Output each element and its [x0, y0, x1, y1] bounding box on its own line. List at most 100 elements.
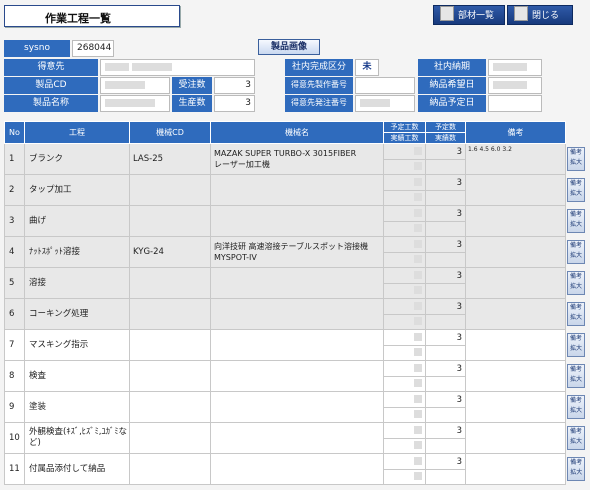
- row-qty: 3: [425, 174, 466, 206]
- row-process: 検査: [24, 360, 130, 392]
- row-actual-hours: [384, 470, 425, 484]
- row-machine-name: [210, 360, 384, 392]
- customer-label: 得意先: [4, 59, 98, 76]
- row-planned-hours: [384, 269, 425, 284]
- row-remark-btn-cell: 備考 拡大: [565, 453, 587, 485]
- customer-mfg-no-field: [355, 77, 415, 94]
- row-planned-qty: 3: [426, 424, 465, 439]
- close-label: 閉じる: [532, 11, 560, 21]
- col-no: No: [4, 121, 25, 144]
- row-actual-hours: [384, 284, 425, 298]
- row-machine-name: [210, 391, 384, 423]
- col-actual-hours: 実績工数: [390, 134, 419, 142]
- delivery-plan-field: [488, 95, 542, 112]
- row-hours: [383, 236, 426, 268]
- row-qty: 3: [425, 329, 466, 361]
- remark-expand-button[interactable]: 備考 拡大: [567, 209, 585, 233]
- row-actual-qty: [426, 315, 465, 329]
- row-remarks: [465, 391, 566, 423]
- table-row: 6 コーキング処理 3 備考 拡大: [4, 298, 587, 330]
- row-qty: 3: [425, 143, 466, 175]
- row-planned-hours: [384, 145, 425, 160]
- remark-expand-button[interactable]: 備考 拡大: [567, 302, 585, 326]
- row-machine-cd: [129, 422, 211, 454]
- row-machine-cd: [129, 174, 211, 206]
- row-no: 5: [4, 267, 25, 299]
- customer-order-no-field: [355, 95, 415, 112]
- row-actual-hours: [384, 222, 425, 236]
- row-remark-btn-cell: 備考 拡大: [565, 422, 587, 454]
- row-hours: [383, 174, 426, 206]
- row-qty: 3: [425, 205, 466, 237]
- col-actual-qty: 実績数: [435, 134, 456, 142]
- row-actual-qty: [426, 222, 465, 236]
- row-process: コーキング処理: [24, 298, 130, 330]
- row-actual-hours: [384, 191, 425, 205]
- sysno-label: sysno: [4, 40, 70, 57]
- row-machine-name: [210, 329, 384, 361]
- remark-expand-button[interactable]: 備考 拡大: [567, 178, 585, 202]
- product-name-label: 製品名称: [4, 95, 98, 112]
- page-title: 作業工程一覧: [4, 5, 180, 27]
- remark-expand-button[interactable]: 備考 拡大: [567, 426, 585, 450]
- row-actual-hours: [384, 408, 425, 422]
- remark-expand-button[interactable]: 備考 拡大: [567, 240, 585, 264]
- row-planned-qty: 3: [426, 455, 465, 470]
- row-planned-qty: 3: [426, 300, 465, 315]
- row-remark-btn-cell: 備考 拡大: [565, 391, 587, 423]
- row-remark-btn-cell: 備考 拡大: [565, 267, 587, 299]
- row-actual-qty: [426, 284, 465, 298]
- row-remark-btn-cell: 備考 拡大: [565, 205, 587, 237]
- row-remarks: [465, 360, 566, 392]
- row-hours: [383, 391, 426, 423]
- delivery-wish-field: [488, 77, 542, 94]
- col-remarks: 備考: [465, 121, 566, 144]
- document-icon: [440, 6, 454, 21]
- row-planned-qty: 3: [426, 238, 465, 253]
- row-no: 11: [4, 453, 25, 485]
- remark-expand-button[interactable]: 備考 拡大: [567, 364, 585, 388]
- remark-expand-button[interactable]: 備考 拡大: [567, 333, 585, 357]
- row-process: マスキング指示: [24, 329, 130, 361]
- table-row: 8 検査 3 備考 拡大: [4, 360, 587, 392]
- table-row: 5 溶接 3 備考 拡大: [4, 267, 587, 299]
- row-planned-hours: [384, 331, 425, 346]
- close-button[interactable]: 閉じる: [507, 5, 573, 25]
- door-icon: [514, 6, 528, 21]
- row-machine-name: [210, 174, 384, 206]
- remark-expand-button[interactable]: 備考 拡大: [567, 271, 585, 295]
- row-machine-cd: [129, 329, 211, 361]
- process-table: No 工程 機械CD 機械名 予定工数 実績工数 予定数 実績数 備考 1 ブラン…: [4, 121, 587, 485]
- row-planned-hours: [384, 455, 425, 470]
- row-machine-cd: [129, 453, 211, 485]
- remark-expand-button[interactable]: 備考 拡大: [567, 147, 585, 171]
- col-remark-btn: [565, 121, 587, 144]
- row-no: 2: [4, 174, 25, 206]
- row-machine-cd: [129, 391, 211, 423]
- prod-qty-value: 3: [214, 95, 255, 112]
- row-actual-qty: [426, 160, 465, 174]
- parts-list-button[interactable]: 部材一覧: [433, 5, 505, 25]
- row-remarks: [465, 267, 566, 299]
- remark-expand-button[interactable]: 備考 拡大: [567, 395, 585, 419]
- row-actual-hours: [384, 439, 425, 453]
- row-remark-btn-cell: 備考 拡大: [565, 236, 587, 268]
- row-planned-hours: [384, 238, 425, 253]
- row-qty: 3: [425, 422, 466, 454]
- product-image-button[interactable]: 製品画像: [258, 39, 320, 55]
- row-planned-qty: 3: [426, 176, 465, 191]
- col-process: 工程: [24, 121, 130, 144]
- col-qty: 予定数 実績数: [425, 121, 466, 144]
- customer-order-no-label: 得意先発注番号: [285, 95, 353, 112]
- row-remark-btn-cell: 備考 拡大: [565, 143, 587, 175]
- row-planned-qty: 3: [426, 269, 465, 284]
- delivery-wish-label: 納品希望日: [418, 77, 486, 94]
- delivery-plan-label: 納品予定日: [418, 95, 486, 112]
- row-machine-cd: LAS-25: [129, 143, 211, 175]
- remark-expand-button[interactable]: 備考 拡大: [567, 457, 586, 481]
- row-process: 塗装: [24, 391, 130, 423]
- row-actual-qty: [426, 439, 465, 453]
- row-planned-qty: 3: [426, 393, 465, 408]
- col-planned-qty: 予定数: [426, 122, 465, 133]
- row-process: ブランク: [24, 143, 130, 175]
